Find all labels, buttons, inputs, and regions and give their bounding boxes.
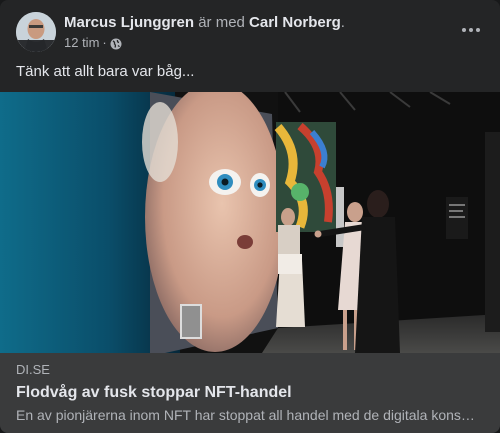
post-meta: 12 tim · — [64, 34, 122, 51]
avatar[interactable] — [16, 12, 56, 52]
author-name-link[interactable]: Marcus Ljunggren — [64, 14, 194, 31]
period-text: . — [340, 14, 345, 31]
post-timestamp[interactable]: 12 tim — [64, 34, 99, 51]
post-card: Marcus Ljunggren är med Carl Norberg. 12… — [0, 0, 500, 433]
meta-separator: · — [102, 35, 107, 50]
link-preview[interactable]: DI.SE Flodvåg av fusk stoppar NFT-handel… — [0, 353, 500, 433]
link-title[interactable]: Flodvåg av fusk stoppar NFT-handel — [16, 382, 484, 403]
globe-icon — [110, 37, 122, 49]
post-text: Tänk att allt bara var båg... — [16, 63, 195, 80]
tagged-name-link[interactable]: Carl Norberg — [249, 14, 341, 31]
with-text: är med — [198, 14, 245, 31]
link-preview-image[interactable] — [0, 92, 500, 353]
post-author-line: Marcus Ljunggren är med Carl Norberg. — [64, 13, 345, 32]
link-description: En av pionjärerna inom NFT har stoppat a… — [16, 407, 476, 423]
more-options-icon[interactable] — [458, 20, 484, 40]
post-header: Marcus Ljunggren är med Carl Norberg. 12… — [16, 12, 484, 54]
link-domain: DI.SE — [16, 362, 50, 377]
